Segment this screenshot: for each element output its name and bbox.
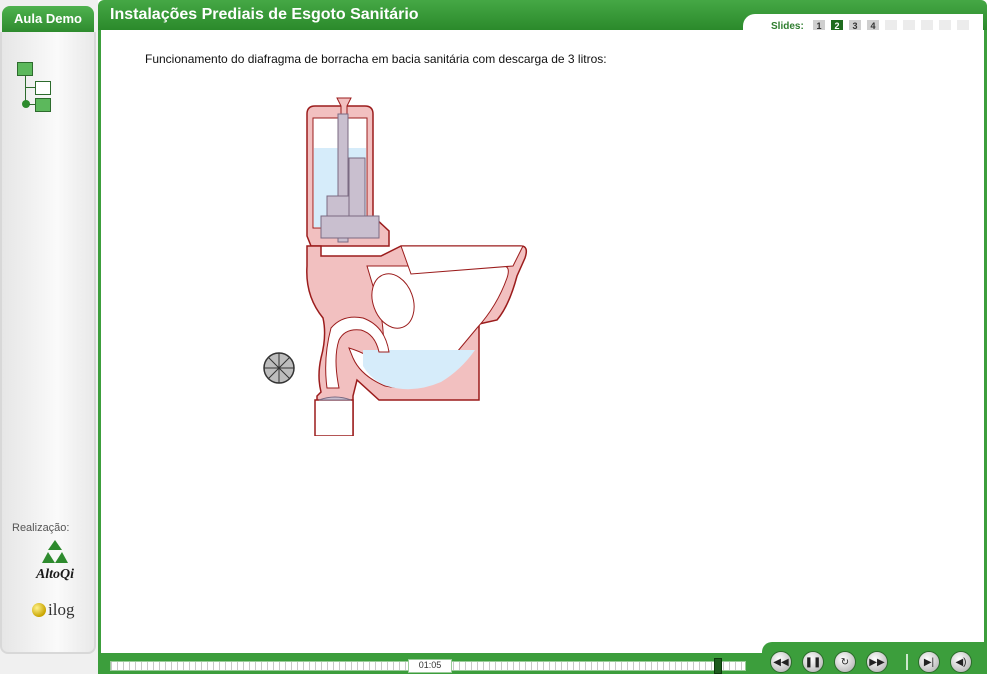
fast-forward-icon: ▶▶ — [869, 656, 885, 668]
replay-button[interactable]: ↻ — [834, 651, 856, 673]
main-frame: Instalações Prediais de Esgoto Sanitário… — [98, 0, 987, 660]
slide-content: Funcionamento do diafragma de borracha e… — [98, 30, 987, 656]
player-controls: ◀◀ ❚❚ ↻ ▶▶ ▶| ◀) — [762, 642, 987, 674]
ilog-logo: ilog — [32, 600, 74, 620]
pause-icon: ❚❚ — [804, 656, 822, 668]
tree-connector — [25, 75, 26, 87]
next-frame-icon: ▶| — [923, 656, 935, 668]
replay-icon: ↻ — [840, 656, 850, 668]
timeline-scrubber[interactable] — [714, 658, 723, 674]
tree-connector — [25, 87, 35, 88]
ilog-logo-text: ilog — [48, 600, 75, 619]
altoqi-logo: AltoQi — [30, 540, 80, 583]
current-time: 01:05 — [408, 659, 452, 673]
toilet-cross-section-illustration — [263, 97, 528, 436]
course-tab[interactable]: Aula Demo — [2, 6, 94, 32]
altoqi-logo-text: AltoQi — [35, 567, 75, 582]
tree-page-icon[interactable] — [35, 98, 51, 112]
course-tab-label: Aula Demo — [14, 11, 82, 26]
realizacao-label: Realização: — [12, 522, 70, 534]
next-frame-button[interactable]: ▶| — [918, 651, 940, 673]
rewind-icon: ◀◀ — [773, 656, 789, 668]
page-title: Instalações Prediais de Esgoto Sanitário — [110, 6, 419, 23]
ilog-logo-icon — [32, 603, 46, 617]
volume-icon: ◀) — [955, 656, 967, 668]
fast-forward-button[interactable]: ▶▶ — [866, 651, 888, 673]
left-panel: Aula Demo Realização: AltoQi ilog — [0, 0, 98, 674]
pause-button[interactable]: ❚❚ — [802, 651, 824, 673]
slide-caption: Funcionamento do diafragma de borracha e… — [145, 52, 607, 66]
rewind-button[interactable]: ◀◀ — [770, 651, 792, 673]
volume-button[interactable]: ◀) — [950, 651, 972, 673]
controls-divider — [906, 654, 908, 670]
tree-page-icon[interactable] — [35, 81, 51, 95]
altoqi-logo-icon — [42, 540, 68, 563]
tree-root-icon[interactable] — [17, 62, 33, 76]
